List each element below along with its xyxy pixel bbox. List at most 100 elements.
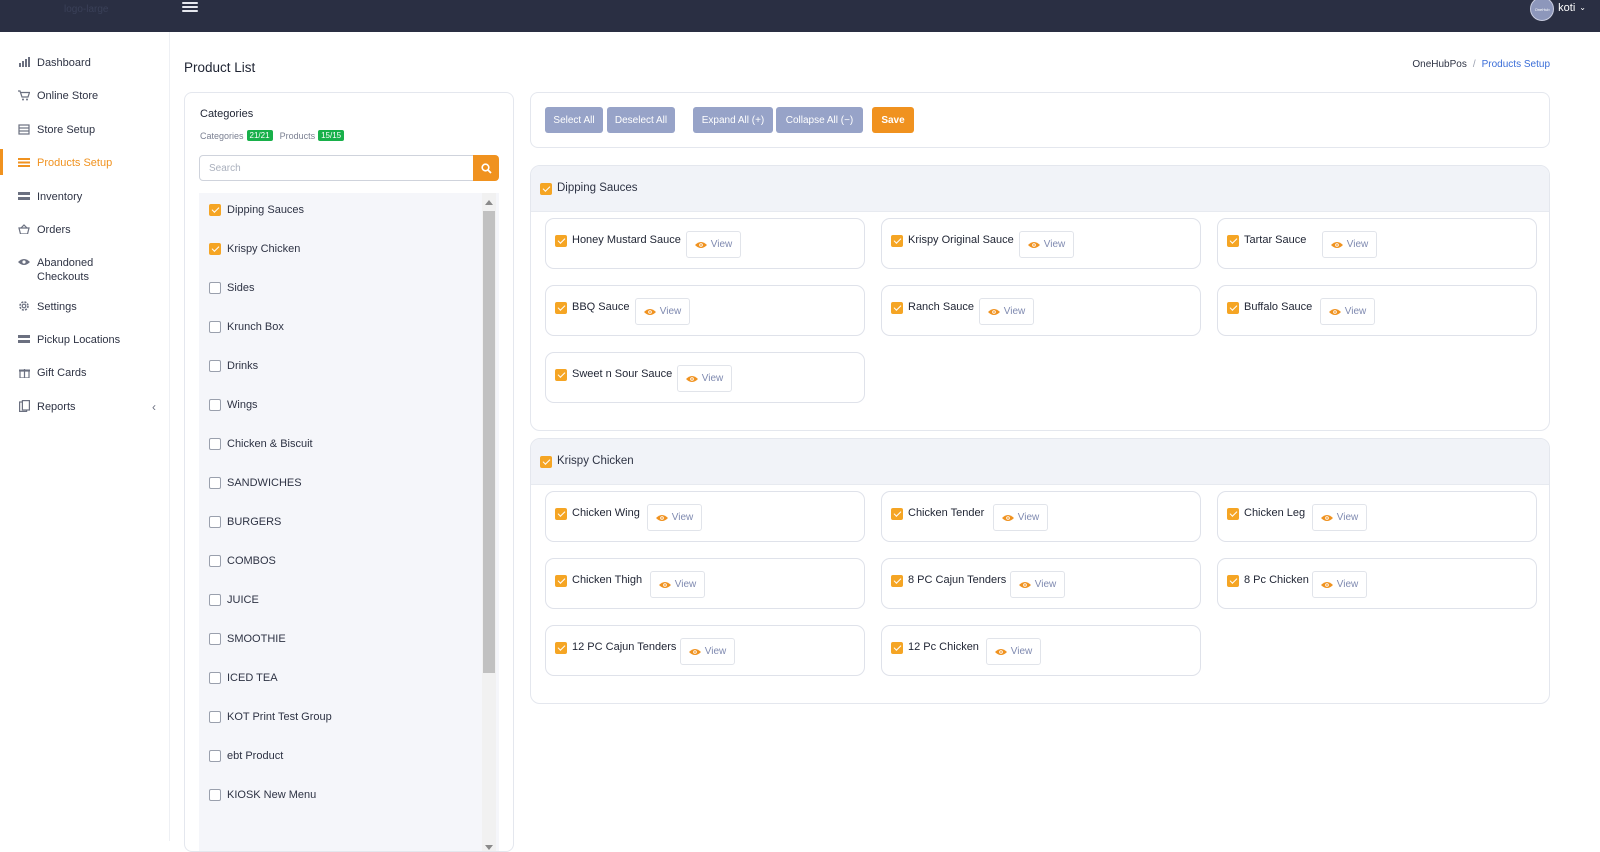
category-checkbox[interactable] [209, 633, 221, 645]
category-item[interactable]: BURGERS [209, 516, 281, 528]
product-checkbox[interactable] [555, 369, 567, 381]
view-button[interactable]: View [650, 571, 705, 598]
product-checkbox[interactable] [891, 642, 903, 654]
view-button[interactable]: View [1312, 504, 1367, 531]
category-checkbox[interactable] [209, 711, 221, 723]
search-button[interactable] [473, 155, 499, 181]
view-button[interactable]: View [993, 504, 1048, 531]
select-all-button[interactable]: Select All [545, 107, 603, 133]
category-checkbox[interactable] [209, 204, 221, 216]
user-name[interactable]: koti [1558, 2, 1575, 14]
category-checkbox[interactable] [209, 282, 221, 294]
category-item[interactable]: Drinks [209, 360, 258, 372]
view-button[interactable]: View [1322, 231, 1377, 258]
view-button[interactable]: View [680, 638, 735, 665]
view-button[interactable]: View [1312, 571, 1367, 598]
view-button[interactable]: View [1320, 298, 1375, 325]
category-search-input[interactable] [199, 155, 474, 181]
sidebar-item-label: Products Setup [37, 157, 113, 169]
sidebar-item-abandoned-checkouts[interactable]: Abandoned Checkouts [0, 256, 170, 284]
category-item[interactable]: SANDWICHES [209, 477, 302, 489]
sidebar-item-store-setup[interactable]: Store Setup [0, 123, 170, 137]
product-checkbox[interactable] [891, 235, 903, 247]
product-checkbox[interactable] [1227, 235, 1239, 247]
collapse-all-button[interactable]: Collapse All (−) [776, 107, 863, 133]
category-item[interactable]: Wings [209, 399, 258, 411]
chevron-down-icon[interactable]: ⌄ [1579, 3, 1586, 12]
view-button[interactable]: View [686, 231, 741, 258]
product-checkbox[interactable] [891, 575, 903, 587]
scroll-up-arrow-icon[interactable] [485, 200, 493, 205]
product-checkbox[interactable] [555, 575, 567, 587]
view-button[interactable]: View [635, 298, 690, 325]
category-item[interactable]: Dipping Sauces [209, 204, 304, 216]
category-item[interactable]: Sides [209, 282, 255, 294]
category-checkbox[interactable] [209, 672, 221, 684]
category-item[interactable]: JUICE [209, 594, 259, 606]
product-group-header[interactable]: Krispy Chicken [531, 439, 1549, 485]
category-item[interactable]: ICED TEA [209, 672, 278, 684]
category-checkbox[interactable] [209, 360, 221, 372]
view-button[interactable]: View [1010, 571, 1065, 598]
category-checkbox[interactable] [209, 555, 221, 567]
category-item[interactable]: COMBOS [209, 555, 276, 567]
view-button[interactable]: View [647, 504, 702, 531]
sidebar-item-products-setup[interactable]: Products Setup [0, 149, 170, 175]
category-checkbox[interactable] [209, 438, 221, 450]
sidebar-item-orders[interactable]: Orders [0, 223, 170, 237]
scrollbar-thumb[interactable] [483, 211, 495, 673]
scroll-down-arrow-icon[interactable] [485, 845, 493, 850]
category-checkbox[interactable] [209, 516, 221, 528]
deselect-all-button[interactable]: Deselect All [607, 107, 675, 133]
product-checkbox[interactable] [1227, 575, 1239, 587]
product-checkbox[interactable] [555, 508, 567, 520]
category-checkbox[interactable] [209, 321, 221, 333]
product-checkbox[interactable] [1227, 302, 1239, 314]
avatar[interactable]: OneHub [1530, 0, 1555, 21]
view-button[interactable]: View [986, 638, 1041, 665]
group-checkbox[interactable] [540, 183, 552, 195]
user-menu[interactable]: OneHub koti ⌄ [1530, 0, 1586, 21]
category-item[interactable]: Chicken & Biscuit [209, 438, 313, 450]
category-item[interactable]: Krunch Box [209, 321, 284, 333]
sidebar-item-settings[interactable]: Settings [0, 300, 170, 314]
eye-icon [994, 648, 1007, 655]
sidebar-item-gift-cards[interactable]: Gift Cards [0, 366, 170, 380]
sidebar-item-online-store[interactable]: Online Store [0, 89, 170, 103]
view-button[interactable]: View [979, 298, 1034, 325]
breadcrumb-root[interactable]: OneHubPos [1412, 59, 1466, 70]
product-name: Sweet n Sour Sauce [572, 368, 673, 380]
product-checkbox[interactable] [555, 642, 567, 654]
product-checkbox[interactable] [1227, 508, 1239, 520]
sidebar-item-reports[interactable]: Reports ‹ [0, 400, 170, 414]
sidebar-item-inventory[interactable]: Inventory [0, 190, 170, 204]
menu-toggle-icon[interactable] [182, 0, 198, 14]
product-group-header[interactable]: Dipping Sauces [531, 166, 1549, 212]
category-item[interactable]: KIOSK New Menu [209, 789, 316, 801]
product-checkbox[interactable] [891, 508, 903, 520]
category-item[interactable]: KOT Print Test Group [209, 711, 332, 723]
category-item[interactable]: ebt Product [209, 750, 283, 762]
category-checkbox[interactable] [209, 594, 221, 606]
view-button[interactable]: View [1019, 231, 1074, 258]
view-label: View [704, 646, 727, 657]
category-item[interactable]: SMOOTHIE [209, 633, 286, 645]
category-item[interactable]: Krispy Chicken [209, 243, 300, 255]
save-button[interactable]: Save [872, 107, 914, 133]
list-icon [18, 156, 30, 168]
category-checkbox[interactable] [209, 477, 221, 489]
chevron-left-icon[interactable]: ‹ [152, 400, 156, 414]
group-checkbox[interactable] [540, 456, 552, 468]
product-checkbox[interactable] [891, 302, 903, 314]
category-checkbox[interactable] [209, 399, 221, 411]
product-checkbox[interactable] [555, 302, 567, 314]
category-checkbox[interactable] [209, 750, 221, 762]
category-checkbox[interactable] [209, 789, 221, 801]
expand-all-button[interactable]: Expand All (+) [693, 107, 773, 133]
category-checkbox[interactable] [209, 243, 221, 255]
product-checkbox[interactable] [555, 235, 567, 247]
view-button[interactable]: View [677, 365, 732, 392]
category-list-scrollbar[interactable] [482, 193, 496, 851]
sidebar-item-dashboard[interactable]: Dashboard [0, 56, 170, 70]
sidebar-item-pickup-locations[interactable]: Pickup Locations [0, 333, 170, 347]
